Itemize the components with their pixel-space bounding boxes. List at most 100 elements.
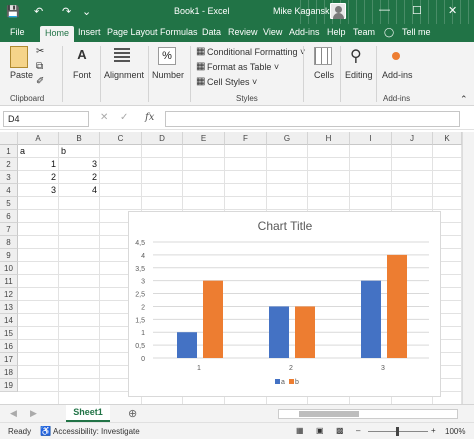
accessibility-icon[interactable]: ♿: [40, 426, 51, 437]
paste-button[interactable]: Paste: [10, 70, 33, 80]
column-header-h[interactable]: H: [308, 132, 350, 145]
horizontal-scrollbar[interactable]: [278, 409, 458, 419]
tab-file[interactable]: File: [10, 27, 25, 37]
cell-a2[interactable]: 1: [20, 158, 56, 171]
select-all-corner[interactable]: [0, 132, 18, 145]
sheet-tab-sheet1[interactable]: Sheet1: [66, 405, 110, 422]
column-header-e[interactable]: E: [183, 132, 225, 145]
search-icon[interactable]: ⚲: [350, 46, 362, 66]
column-header-c[interactable]: C: [100, 132, 142, 145]
redo-icon[interactable]: ↷: [62, 5, 71, 18]
row-header-9[interactable]: 9: [0, 249, 18, 262]
tab-formulas[interactable]: Formulas: [160, 27, 198, 37]
row-header-1[interactable]: 1: [0, 145, 18, 158]
paste-icon[interactable]: [10, 46, 28, 68]
scroll-left-icon[interactable]: ◀: [10, 408, 17, 419]
row-header-12[interactable]: 12: [0, 288, 18, 301]
row-header-11[interactable]: 11: [0, 275, 18, 288]
row-header-7[interactable]: 7: [0, 223, 18, 236]
column-header-a[interactable]: A: [18, 132, 59, 145]
row-header-6[interactable]: 6: [0, 210, 18, 223]
alignment-button[interactable]: Alignment: [104, 70, 144, 80]
copy-icon[interactable]: ⧉: [36, 61, 43, 72]
cell-styles-button[interactable]: Cell Styles ˅: [207, 77, 257, 87]
cut-icon[interactable]: ✂: [36, 46, 44, 57]
row-header-2[interactable]: 2: [0, 158, 18, 171]
column-header-g[interactable]: G: [267, 132, 308, 145]
chart[interactable]: Chart Title 0 0,5 1 1,5 2 2,5 3 3,5 4 4,5 1 2 3 a b: [128, 211, 441, 397]
normal-view-icon[interactable]: ▦: [296, 426, 304, 435]
enter-icon[interactable]: ✓: [120, 112, 128, 123]
maximize-button[interactable]: ☐: [412, 4, 422, 17]
vertical-scrollbar[interactable]: [462, 132, 474, 404]
page-layout-view-icon[interactable]: ▣: [316, 426, 324, 435]
page-break-view-icon[interactable]: ▩: [336, 426, 344, 435]
cell-b2[interactable]: 3: [61, 158, 97, 171]
cell-b3[interactable]: 2: [61, 171, 97, 184]
conditional-formatting-button[interactable]: Conditional Formatting ˅: [207, 47, 305, 57]
cells-button[interactable]: Cells: [314, 70, 334, 80]
row-header-17[interactable]: 17: [0, 353, 18, 366]
font-icon[interactable]: A: [72, 46, 92, 66]
format-painter-icon[interactable]: ✐: [36, 76, 44, 87]
user-avatar-icon[interactable]: [330, 3, 346, 19]
close-button[interactable]: ✕: [448, 4, 457, 17]
cell-a4[interactable]: 3: [20, 184, 56, 197]
format-as-table-button[interactable]: Format as Table ˅: [207, 62, 279, 72]
row-header-3[interactable]: 3: [0, 171, 18, 184]
undo-icon[interactable]: ↶: [34, 5, 43, 18]
add-sheet-icon[interactable]: ⊕: [128, 407, 137, 420]
cell-a1[interactable]: a: [20, 145, 56, 158]
name-box[interactable]: D4: [3, 111, 89, 127]
row-header-10[interactable]: 10: [0, 262, 18, 275]
column-header-b[interactable]: B: [59, 132, 100, 145]
tab-tell-me[interactable]: Tell me: [402, 27, 431, 37]
scroll-thumb[interactable]: [299, 411, 359, 417]
add-ins-button[interactable]: Add-ins: [382, 70, 413, 80]
minimize-button[interactable]: —: [379, 4, 390, 16]
column-header-i[interactable]: I: [350, 132, 392, 145]
row-header-15[interactable]: 15: [0, 327, 18, 340]
row-header-5[interactable]: 5: [0, 197, 18, 210]
cell-b1[interactable]: b: [61, 145, 97, 158]
tab-add-ins[interactable]: Add-ins: [289, 27, 320, 37]
column-header-f[interactable]: F: [225, 132, 267, 145]
row-header-8[interactable]: 8: [0, 236, 18, 249]
tab-help[interactable]: Help: [327, 27, 346, 37]
accessibility-status[interactable]: Accessibility: Investigate: [53, 427, 140, 436]
tab-data[interactable]: Data: [202, 27, 221, 37]
cell-b4[interactable]: 4: [61, 184, 97, 197]
scroll-right-icon[interactable]: ▶: [30, 408, 37, 419]
collapse-ribbon-icon[interactable]: ⌃: [460, 94, 468, 105]
insert-function-icon[interactable]: fx: [145, 112, 154, 123]
column-header-k[interactable]: K: [433, 132, 462, 145]
row-header-4[interactable]: 4: [0, 184, 18, 197]
tab-home[interactable]: Home: [40, 26, 75, 42]
tab-review[interactable]: Review: [228, 27, 258, 37]
tab-view[interactable]: View: [263, 27, 282, 37]
row-header-18[interactable]: 18: [0, 366, 18, 379]
number-button[interactable]: Number: [152, 70, 184, 80]
tab-insert[interactable]: Insert: [78, 27, 101, 37]
cells-icon[interactable]: [314, 47, 332, 65]
lightbulb-icon[interactable]: ◯: [384, 27, 394, 38]
font-button[interactable]: Font: [73, 70, 91, 80]
zoom-in-icon[interactable]: +: [431, 426, 436, 435]
customize-qat-icon[interactable]: ⌄: [82, 5, 91, 18]
add-ins-icon[interactable]: [392, 52, 400, 60]
formula-input[interactable]: [165, 111, 460, 127]
user-name[interactable]: Mike Kaganski: [273, 6, 332, 16]
percent-icon[interactable]: %: [158, 47, 176, 65]
zoom-slider-thumb[interactable]: [396, 427, 399, 436]
row-header-19[interactable]: 19: [0, 379, 18, 392]
alignment-icon[interactable]: [114, 48, 130, 62]
zoom-out-icon[interactable]: –: [356, 426, 360, 435]
row-header-13[interactable]: 13: [0, 301, 18, 314]
column-header-j[interactable]: J: [392, 132, 433, 145]
cell-a3[interactable]: 2: [20, 171, 56, 184]
tab-page-layout[interactable]: Page Layout: [107, 27, 158, 37]
tab-team[interactable]: Team: [353, 27, 375, 37]
column-header-d[interactable]: D: [142, 132, 183, 145]
editing-button[interactable]: Editing: [345, 70, 373, 80]
row-header-14[interactable]: 14: [0, 314, 18, 327]
